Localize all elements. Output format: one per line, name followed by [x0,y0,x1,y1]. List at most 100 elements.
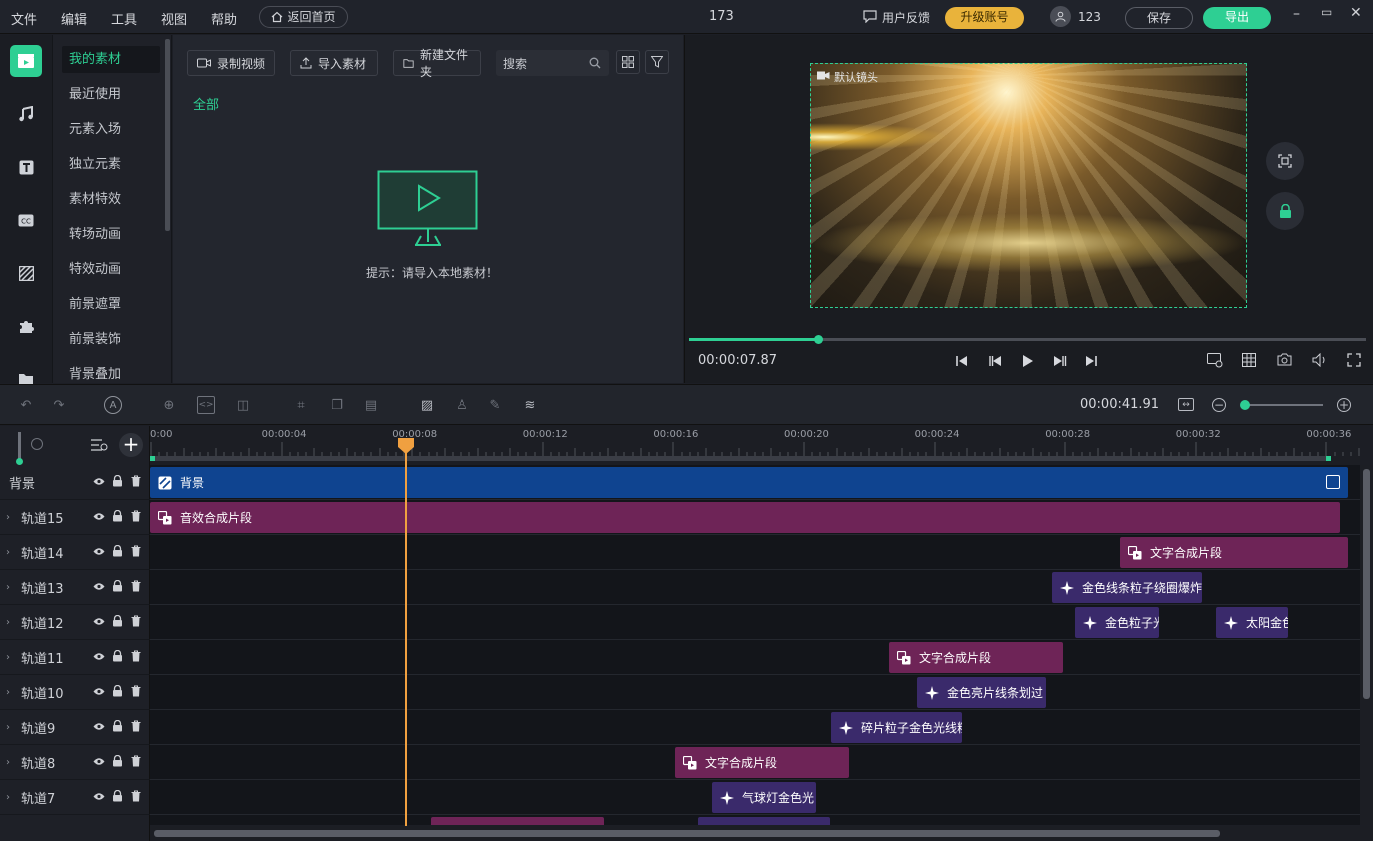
trash-icon[interactable] [131,510,143,524]
category-item[interactable]: 独立元素 [62,151,160,178]
timeline-clip[interactable] [431,817,604,825]
category-item[interactable]: 前景装饰 [62,326,160,353]
lock-icon[interactable] [112,684,124,699]
minimize-icon[interactable]: – [1293,6,1300,22]
menu-file[interactable]: 文件 [11,9,37,28]
expand-chevron-icon[interactable]: › [6,652,10,663]
zoom-slider-handle[interactable] [1240,400,1250,410]
category-item[interactable]: 元素入场 [62,116,160,143]
nav-plugins[interactable] [10,310,42,342]
trash-icon[interactable] [131,545,143,559]
upgrade-button[interactable]: 升级账号 [945,7,1024,29]
track-lane[interactable]: 音效合成片段 [150,500,1360,535]
timeline-clip[interactable]: 文字合成片段 [675,747,849,778]
search-input[interactable]: 搜索 [496,50,609,76]
zoom-slider[interactable] [1240,400,1323,410]
eye-icon[interactable] [93,685,105,699]
track-lane[interactable]: 金色线条粒子绕圈爆炸 [150,570,1360,605]
lock-icon[interactable] [112,509,124,524]
export-button[interactable]: 导出 [1203,7,1271,29]
add-track-button[interactable]: + [119,433,143,457]
close-icon[interactable]: ✕ [1350,5,1362,21]
category-item[interactable]: 背景叠加 [62,361,160,383]
search-icon[interactable] [589,57,601,69]
eye-icon[interactable] [93,580,105,594]
track-header-row[interactable]: › 轨道12 [0,605,150,640]
lock-icon[interactable] [112,579,124,594]
lock-icon[interactable] [112,474,124,489]
timeline-clip[interactable]: 金色粒子光 [1075,607,1159,638]
zoom-in-icon[interactable]: + [1337,398,1351,412]
trash-icon[interactable] [131,720,143,734]
layers-icon[interactable]: ≋ [521,396,539,414]
lock-icon[interactable] [112,754,124,769]
track-lane[interactable]: 碎片粒子金色光线粒 [150,710,1360,745]
timeline-clip[interactable]: 文字合成片段 [889,642,1063,673]
menu-tools[interactable]: 工具 [111,9,137,28]
screen-record-icon[interactable] [1207,353,1223,368]
timeline-clip[interactable] [698,817,830,825]
track-lane[interactable]: 气球灯金色光 [150,780,1360,815]
stamp-icon[interactable]: ♙ [453,396,471,414]
maximize-icon[interactable]: ▭ [1321,5,1332,19]
code-icon[interactable]: <> [197,396,215,414]
trash-icon[interactable] [131,650,143,664]
category-item[interactable]: 特效动画 [62,256,160,283]
nav-music[interactable] [10,98,42,130]
expand-chevron-icon[interactable]: › [6,722,10,733]
import-media-button[interactable]: 导入素材 [290,50,378,76]
horizontal-scrollbar[interactable] [150,826,1373,841]
timeline-clip[interactable]: 背景 [150,467,1348,498]
zoom-out-icon[interactable]: − [1212,398,1226,412]
track-header-row[interactable]: › 轨道7 [0,780,150,815]
fullscreen-icon[interactable] [1347,353,1361,367]
next-frame-icon[interactable] [1053,355,1067,367]
crop-icon[interactable]: ⌗ [292,396,310,414]
eye-icon[interactable] [93,650,105,664]
fit-timeline-icon[interactable]: ↔ [1178,398,1194,411]
play-icon[interactable] [1022,354,1034,368]
edit-icon[interactable]: ✎ [486,396,504,414]
camera-frame[interactable] [810,63,1247,308]
lock-ratio-button[interactable] [1266,192,1304,230]
record-video-button[interactable]: 录制视频 [187,50,275,76]
track-header-row[interactable]: › 轨道14 [0,535,150,570]
locate-icon[interactable]: ⊕ [160,396,178,414]
eye-icon[interactable] [93,615,105,629]
background-end-icon[interactable] [1326,475,1340,489]
trash-icon[interactable] [131,615,143,629]
trash-icon[interactable] [131,790,143,804]
lock-icon[interactable] [112,719,124,734]
eye-icon[interactable] [93,475,105,489]
expand-chevron-icon[interactable]: › [6,547,10,558]
track-header-row[interactable]: › 轨道13 [0,570,150,605]
category-scrollbar[interactable] [165,39,170,231]
category-item[interactable]: 前景遮罩 [62,291,160,318]
avatar[interactable] [1050,6,1071,27]
horizontal-scrollbar-thumb[interactable] [154,830,1220,837]
redo-icon[interactable]: ↷ [50,396,68,414]
expand-chevron-icon[interactable]: › [6,582,10,593]
time-ruler[interactable]: 0:00 00:00:04 00:00:08 00:00:12 00:00:16 00:0… [150,426,1360,465]
undo-icon[interactable]: ↶ [17,396,35,414]
category-item[interactable]: 素材特效 [62,186,160,213]
filter-button[interactable] [645,50,669,74]
track-lane[interactable]: 文字合成片段 [150,535,1360,570]
eye-icon[interactable] [93,790,105,804]
eye-icon[interactable] [93,510,105,524]
image-edit-icon[interactable]: ▨ [418,396,436,414]
lock-icon[interactable] [112,649,124,664]
track-lane[interactable] [150,815,1360,825]
auto-icon[interactable]: A [104,396,122,414]
grid-overlay-icon[interactable] [1242,353,1256,367]
home-button[interactable]: 返回首页 [259,6,348,28]
track-lane[interactable]: 金色粒子光 太阳金色 [150,605,1360,640]
track-header-row[interactable]: › 轨道11 [0,640,150,675]
playback-progress[interactable] [689,335,1366,344]
trash-icon[interactable] [131,685,143,699]
trash-icon[interactable] [131,755,143,769]
timeline-clip[interactable]: 音效合成片段 [150,502,1340,533]
expand-chevron-icon[interactable]: › [6,512,10,523]
track-height-handle[interactable] [16,458,23,465]
category-item[interactable]: 最近使用 [62,81,160,108]
